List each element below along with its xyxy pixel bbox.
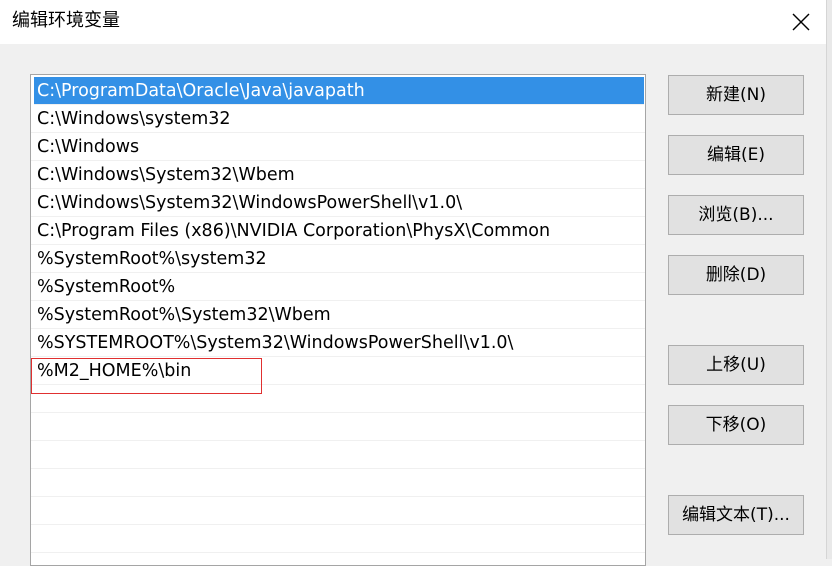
empty-list-row[interactable] (31, 525, 645, 553)
path-list-item[interactable]: C:\Windows\System32\WindowsPowerShell\v1… (31, 189, 645, 217)
empty-list-row[interactable] (31, 385, 645, 413)
path-list-item[interactable]: %M2_HOME%\bin (31, 357, 645, 385)
window-edge (826, 0, 832, 559)
path-list-item[interactable]: C:\Windows (31, 133, 645, 161)
edit-button[interactable]: 编辑(E) (668, 135, 804, 175)
move-down-button[interactable]: 下移(O) (668, 405, 804, 445)
empty-list-row[interactable] (31, 441, 645, 469)
path-list-item[interactable]: %SystemRoot% (31, 273, 645, 301)
dialog-title: 编辑环境变量 (12, 10, 120, 31)
close-button[interactable] (778, 0, 824, 44)
edit-environment-variable-dialog: 编辑环境变量 C:\ProgramData\Oracle\Java\javapa… (0, 0, 832, 566)
path-list-item[interactable]: C:\Windows\system32 (31, 105, 645, 133)
empty-list-row[interactable] (31, 469, 645, 497)
move-up-button[interactable]: 上移(U) (668, 345, 804, 385)
empty-list-row[interactable] (31, 413, 645, 441)
path-list-item[interactable]: C:\Windows\System32\Wbem (31, 161, 645, 189)
edit-text-button[interactable]: 编辑文本(T)... (668, 495, 804, 535)
empty-list-row[interactable] (31, 497, 645, 525)
path-list-item[interactable]: C:\ProgramData\Oracle\Java\javapath (34, 77, 644, 105)
delete-button[interactable]: 删除(D) (668, 255, 804, 295)
path-list[interactable]: C:\ProgramData\Oracle\Java\javapath C:\W… (30, 74, 646, 566)
new-button[interactable]: 新建(N) (668, 75, 804, 115)
path-list-item[interactable]: C:\Program Files (x86)\NVIDIA Corporatio… (31, 217, 645, 245)
browse-button[interactable]: 浏览(B)... (668, 195, 804, 235)
path-list-item[interactable]: %SystemRoot%\system32 (31, 245, 645, 273)
path-list-item[interactable]: %SystemRoot%\System32\Wbem (31, 301, 645, 329)
title-bar: 编辑环境变量 (0, 0, 832, 44)
close-icon (792, 13, 810, 31)
path-list-item[interactable]: %SYSTEMROOT%\System32\WindowsPowerShell\… (31, 329, 645, 357)
